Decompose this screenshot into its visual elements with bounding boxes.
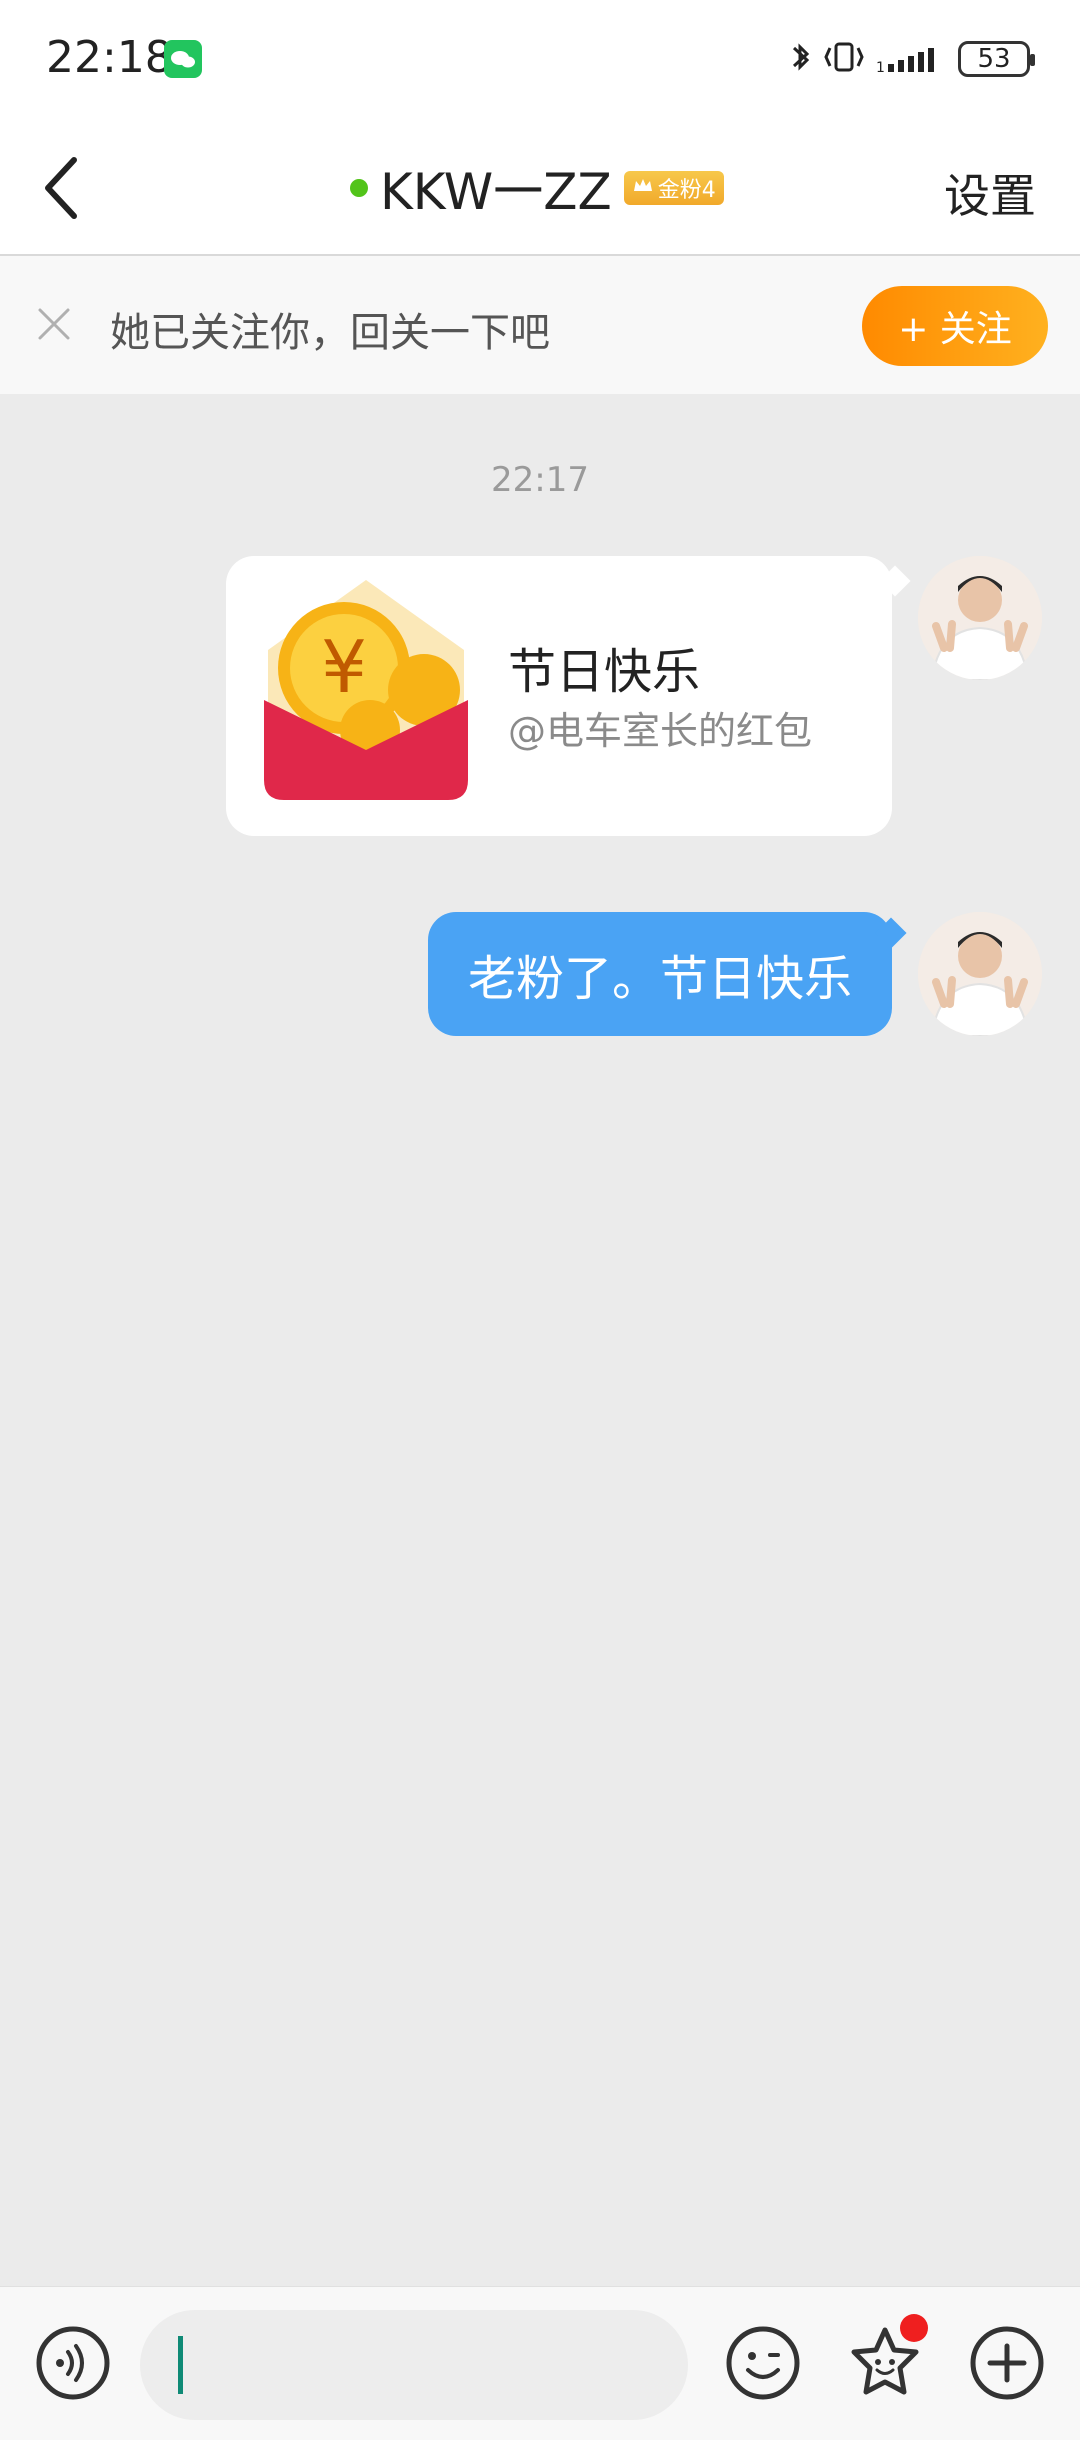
online-status-dot: [350, 179, 368, 197]
red-packet-title: 节日快乐: [508, 644, 701, 700]
red-packet-subtitle: @电车室长的红包: [508, 709, 813, 753]
avatar[interactable]: [918, 912, 1042, 1036]
chat-title: KKW一ZZ: [380, 163, 612, 221]
dismiss-follow-bar-button[interactable]: [34, 304, 74, 344]
back-button[interactable]: [36, 148, 92, 228]
title-area: KKW一ZZ 金粉4: [350, 150, 724, 226]
message-input[interactable]: [140, 2310, 688, 2420]
status-time: 22:18: [46, 32, 173, 83]
fan-level-badge: 金粉4: [623, 171, 724, 205]
follow-button[interactable]: + 关注: [862, 286, 1048, 366]
battery-indicator: 53: [958, 41, 1035, 77]
battery-level: 53: [977, 44, 1011, 74]
avatar[interactable]: [918, 556, 1042, 680]
status-right: 1 53: [790, 34, 1035, 84]
voice-input-button[interactable]: [34, 2324, 112, 2402]
svg-text:¥: ¥: [321, 625, 367, 709]
bluetooth-icon: [790, 38, 812, 80]
text-message-bubble[interactable]: 老粉了。节日快乐: [428, 912, 892, 1036]
signal-small-number: 1: [876, 60, 885, 76]
fan-level-text: 金粉4: [657, 178, 716, 203]
text-cursor: [178, 2336, 183, 2394]
vibrate-icon: [824, 38, 864, 80]
more-actions-button[interactable]: [968, 2324, 1046, 2402]
emoji-button[interactable]: [724, 2324, 802, 2402]
crown-icon: [632, 176, 654, 201]
red-packet-icon: ¥: [256, 580, 476, 800]
message-timestamp: 22:17: [491, 460, 589, 500]
settings-button[interactable]: 设置: [944, 160, 1036, 226]
wechat-icon: [164, 40, 202, 78]
follow-suggestion-text: 她已关注你，回关一下吧: [110, 310, 550, 356]
notification-dot: [900, 2314, 928, 2342]
signal-icon: 1: [876, 38, 946, 80]
